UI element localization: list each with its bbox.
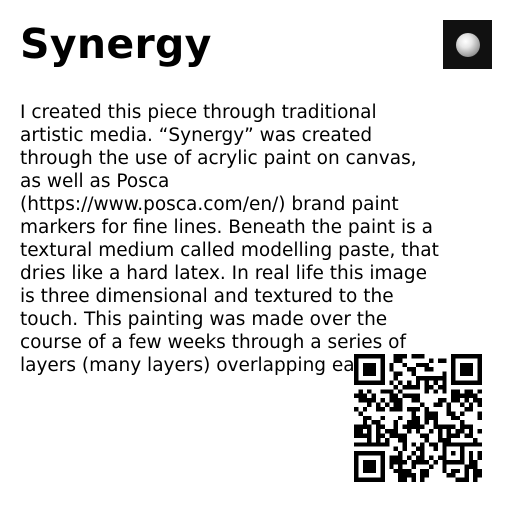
- artwork-card: Synergy I created this piece through tra…: [0, 0, 512, 512]
- qr-code-graphic: [354, 354, 482, 482]
- sphere-icon: [456, 33, 480, 57]
- artwork-description: I created this piece through traditional…: [20, 102, 439, 376]
- qr-code-icon[interactable]: [354, 354, 482, 482]
- artwork-title: Synergy: [20, 20, 212, 68]
- artwork-thumbnail-icon[interactable]: [443, 20, 492, 69]
